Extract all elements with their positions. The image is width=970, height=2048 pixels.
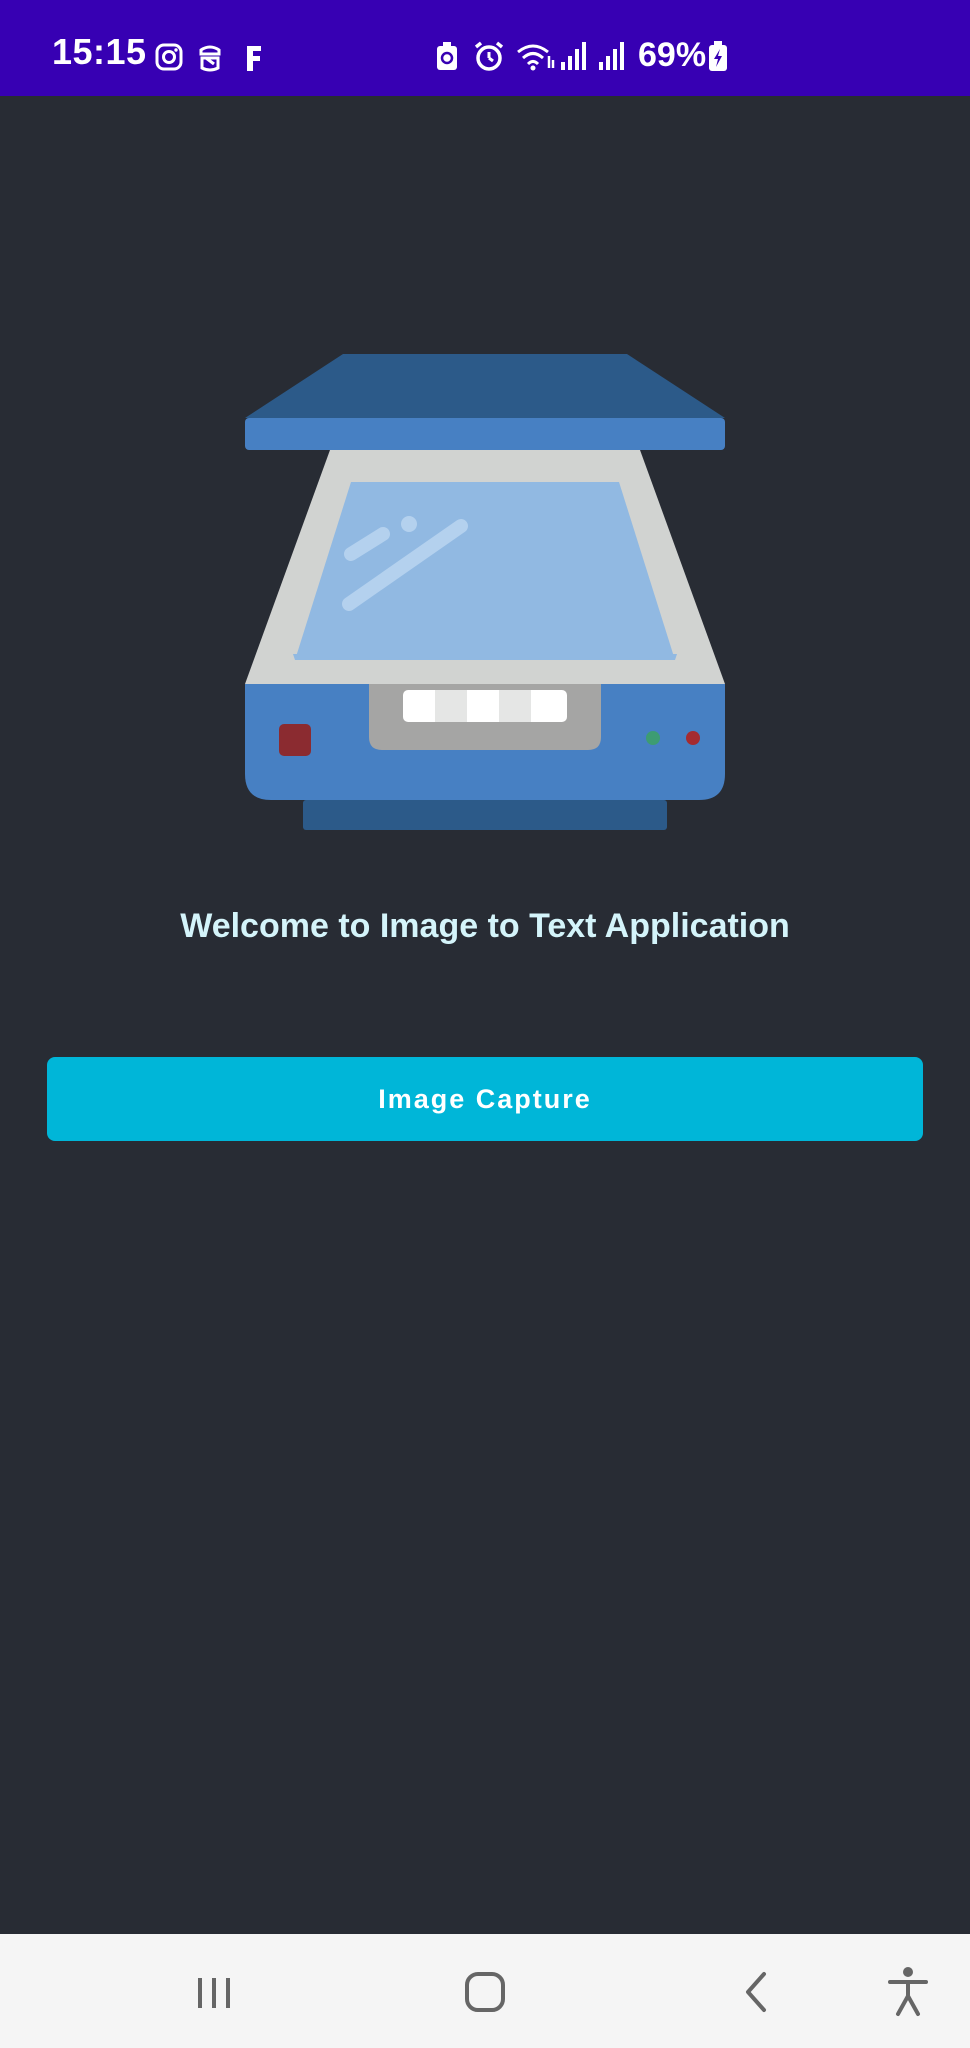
main-content: Welcome to Image to Text Application Ima…: [0, 96, 970, 1934]
wifi-icon: [517, 44, 555, 71]
accessibility-icon[interactable]: [878, 1964, 938, 2020]
instagram-icon: [155, 43, 183, 71]
back-icon[interactable]: [726, 1964, 786, 2020]
status-bar: 15:15 69%: [0, 0, 970, 96]
welcome-title: Welcome to Image to Text Application: [180, 907, 790, 945]
home-icon[interactable]: [455, 1964, 515, 2020]
image-capture-button[interactable]: Image Capture: [47, 1057, 923, 1141]
scanner-icon: [245, 354, 725, 830]
alarm-icon: [474, 41, 504, 71]
battery-charging-icon: [709, 41, 727, 71]
vpn-robot-icon: [199, 45, 221, 72]
signal-icon: [599, 42, 624, 70]
signal-icon: [561, 42, 586, 70]
battery-saver-icon: [437, 42, 457, 70]
status-time: 15:15: [52, 31, 147, 72]
navigation-bar: [0, 1934, 970, 2048]
facebook-f-icon: [247, 46, 261, 71]
battery-percent: 69%: [638, 36, 707, 74]
recent-apps-icon[interactable]: [184, 1964, 244, 2020]
